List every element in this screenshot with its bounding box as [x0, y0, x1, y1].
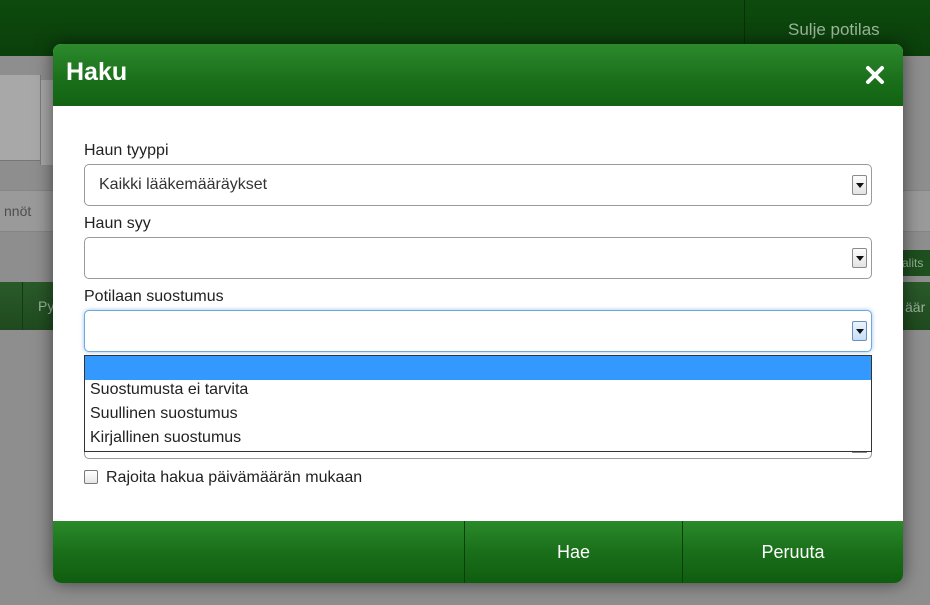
- patient-consent-select[interactable]: [84, 310, 872, 352]
- dialog-footer: Hae Peruuta: [53, 521, 903, 583]
- background-tab: [0, 75, 41, 161]
- search-button[interactable]: Hae: [465, 521, 682, 583]
- limit-by-date-label: Rajoita hakua päivämäärän mukaan: [106, 469, 363, 486]
- search-reason-select[interactable]: [84, 237, 872, 279]
- search-dialog: Haku Haun tyyppi Kaikki lääkemääräykset …: [53, 44, 903, 583]
- background-column-label: Py: [38, 298, 55, 314]
- dialog-header: Haku: [53, 44, 903, 106]
- close-icon[interactable]: [863, 63, 887, 87]
- consent-option-written[interactable]: Kirjallinen suostumus: [85, 426, 871, 450]
- chevron-down-icon[interactable]: [852, 175, 867, 195]
- search-type-label: Haun tyyppi: [84, 142, 169, 159]
- search-type-value: Kaikki lääkemääräykset: [99, 176, 268, 193]
- top-bar-divider: [744, 0, 745, 44]
- close-patient-button[interactable]: Sulje potilas: [788, 20, 880, 40]
- chevron-down-icon[interactable]: [852, 321, 867, 341]
- consent-option-empty[interactable]: [85, 356, 871, 380]
- patient-consent-label: Potilaan suostumus: [84, 288, 224, 305]
- patient-consent-options: Suostumusta ei tarvita Suullinen suostum…: [84, 355, 872, 452]
- background-column-label-right: äär: [905, 299, 926, 315]
- chevron-down-icon[interactable]: [852, 248, 867, 268]
- cancel-button[interactable]: Peruuta: [683, 521, 903, 583]
- search-reason-label: Haun syy: [84, 215, 151, 232]
- search-type-select[interactable]: Kaikki lääkemääräykset: [84, 164, 872, 206]
- consent-option-not-required[interactable]: Suostumusta ei tarvita: [85, 378, 871, 402]
- consent-option-verbal[interactable]: Suullinen suostumus: [85, 402, 871, 426]
- dialog-title: Haku: [66, 58, 128, 86]
- background-text: nnöt: [4, 203, 32, 219]
- limit-by-date-checkbox[interactable]: [84, 470, 98, 484]
- background-button-label: alits: [902, 256, 924, 270]
